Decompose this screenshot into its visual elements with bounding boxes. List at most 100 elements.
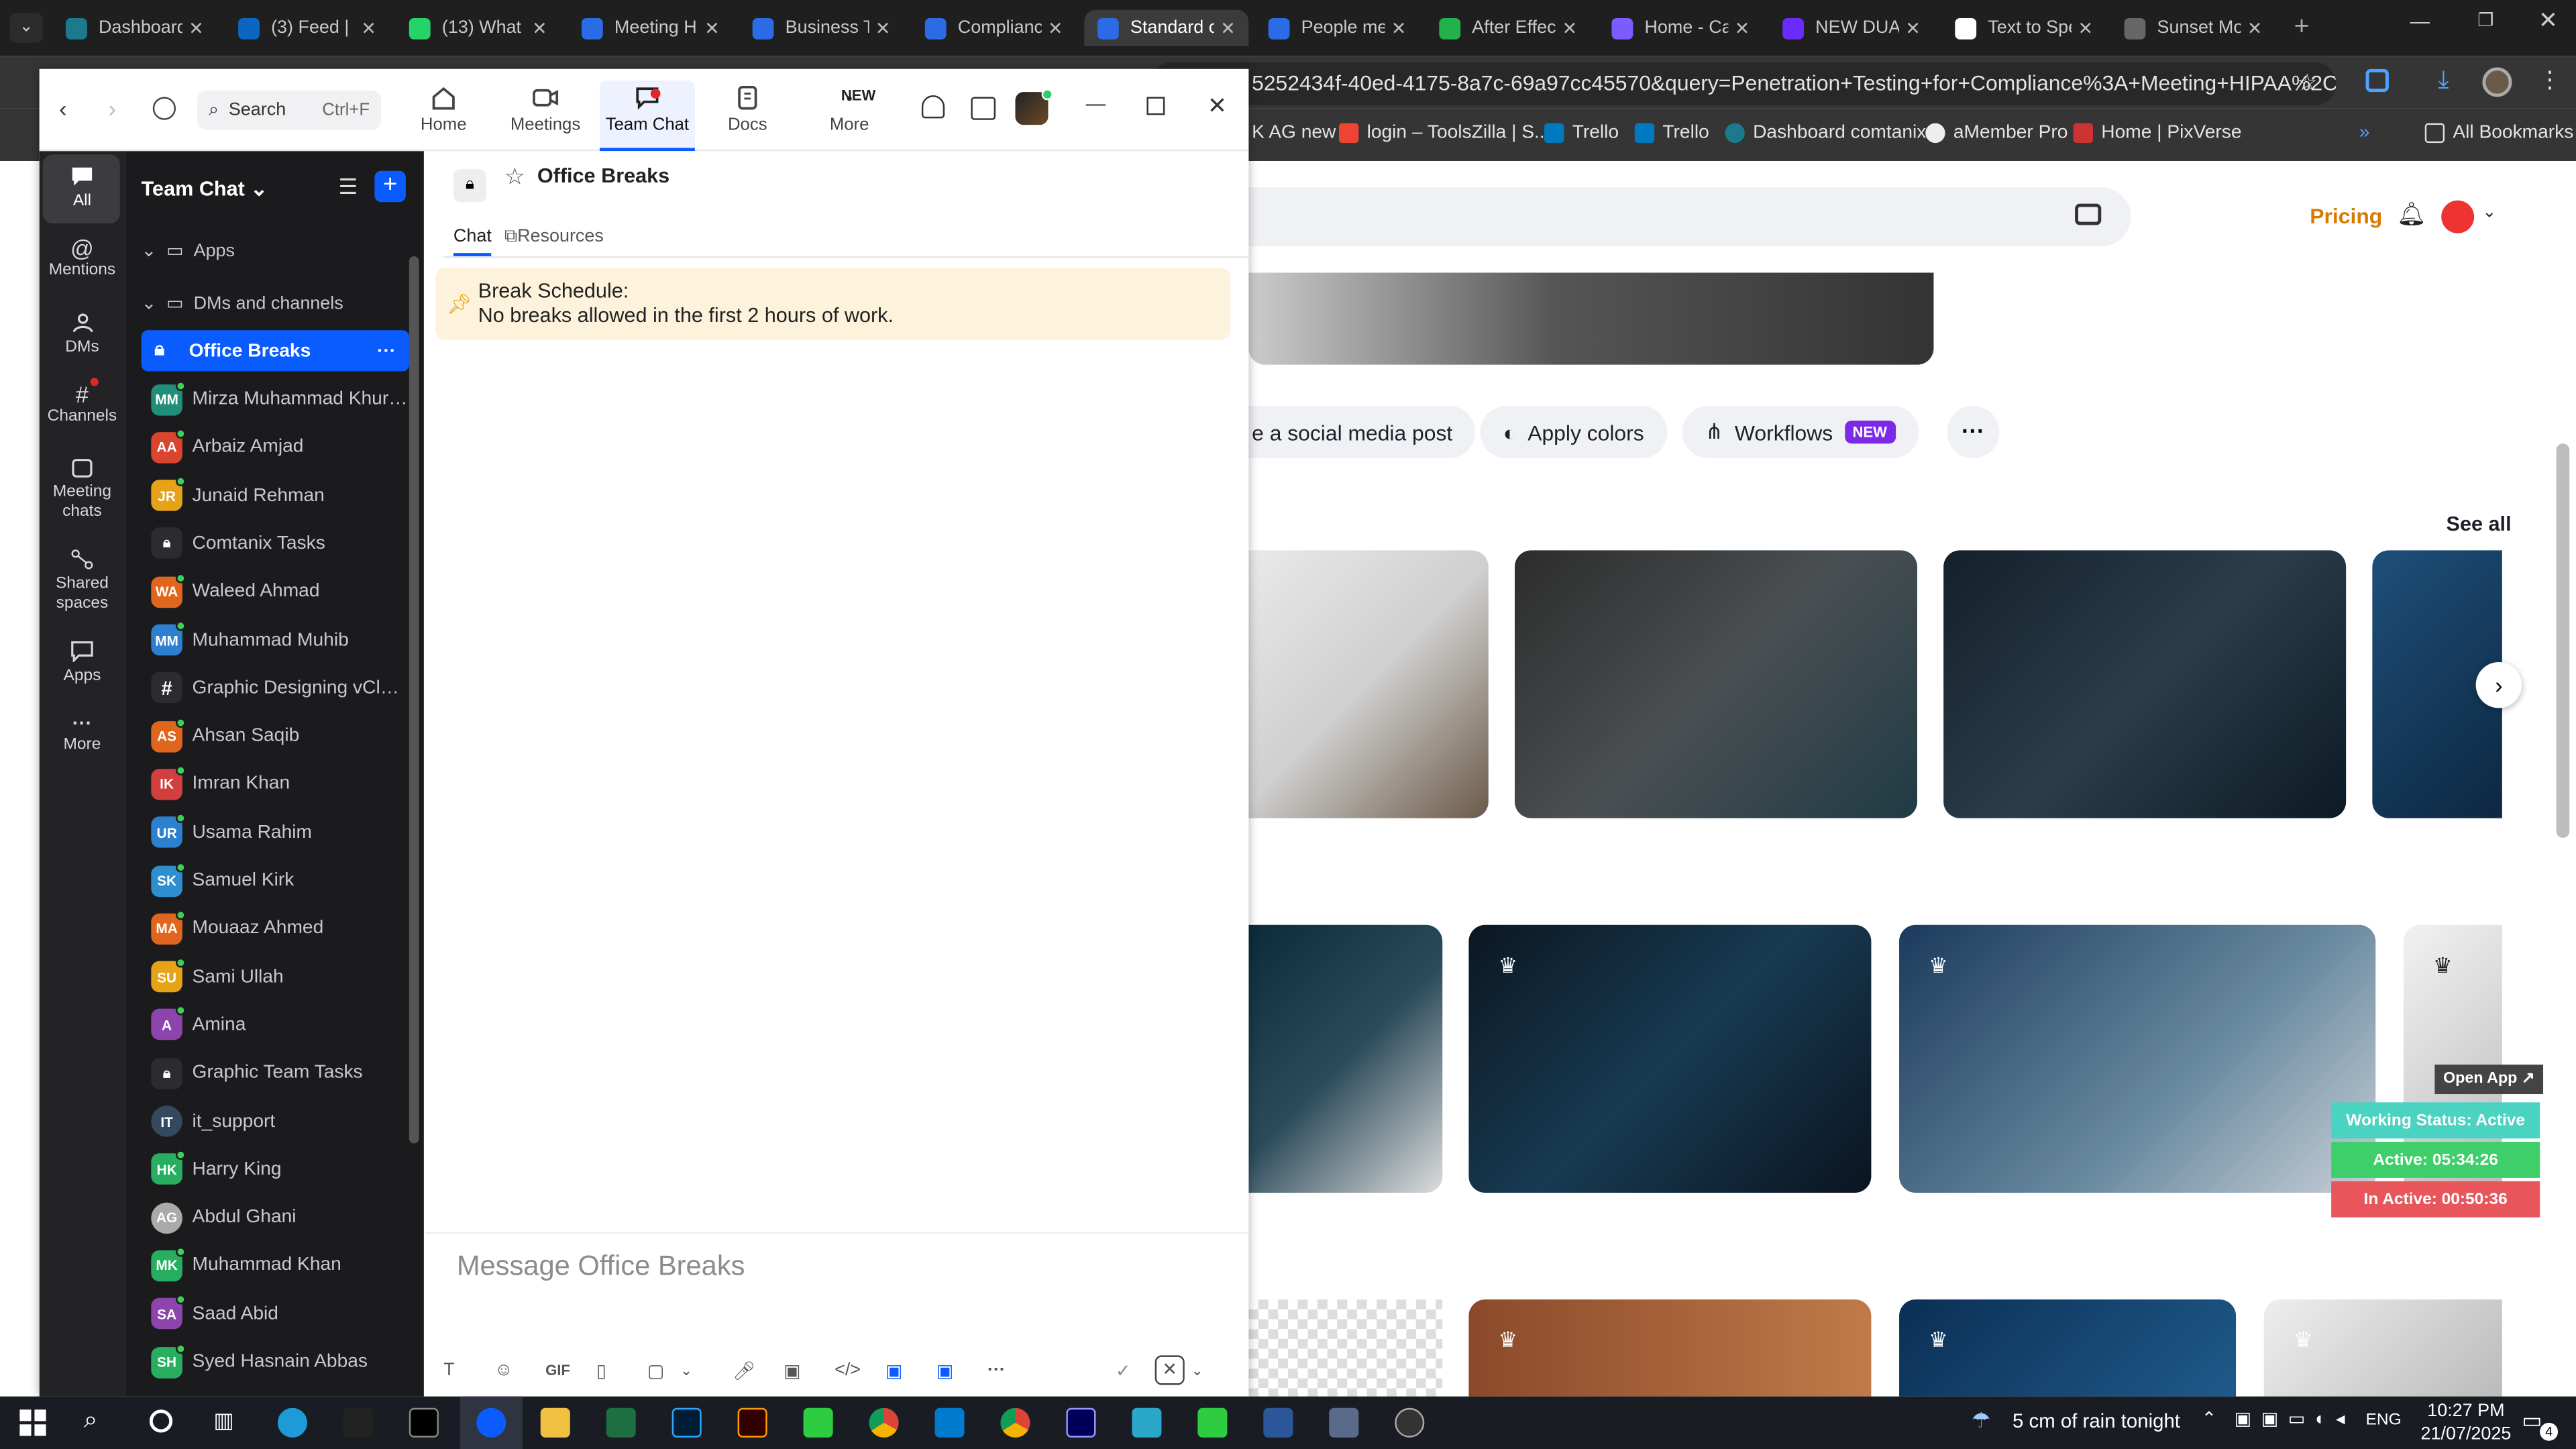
workflows-chip[interactable]: ⋔ Workflows NEW bbox=[1682, 405, 1919, 459]
template-thumbnail[interactable] bbox=[1248, 550, 1489, 818]
sidebar-item[interactable]: AS Ahsan Saqib bbox=[142, 716, 409, 756]
sidebar-item[interactable]: IK Imran Khan bbox=[142, 765, 409, 804]
search-icon[interactable]: ⌕ bbox=[84, 1406, 98, 1434]
chevron-down-icon[interactable]: ⌄ bbox=[2482, 204, 2496, 222]
bookmarks-overflow-icon[interactable]: » bbox=[2359, 123, 2370, 143]
browser-tab[interactable]: After Effec ✕ bbox=[1426, 10, 1591, 46]
zoom-maximize-button[interactable] bbox=[1146, 97, 1165, 115]
notification-center-icon[interactable]: ▭ bbox=[2522, 1408, 2542, 1434]
sidebar-scrollbar[interactable] bbox=[409, 256, 419, 1144]
tab-chat[interactable]: Chat bbox=[453, 227, 492, 257]
browser-tab[interactable]: Home - Ca ✕ bbox=[1599, 10, 1763, 46]
more-options-icon[interactable]: ··· bbox=[377, 341, 396, 360]
app-shortcut-icon[interactable]: ▣ bbox=[936, 1360, 987, 1381]
rail-dms[interactable]: DMs bbox=[40, 312, 125, 358]
rail-more[interactable]: ··· More bbox=[40, 713, 125, 756]
more-options-button[interactable]: ··· bbox=[1947, 405, 2000, 459]
tray-icons[interactable]: ▣▣▭◐◂ bbox=[2235, 1408, 2355, 1429]
rail-channels[interactable]: # Channels bbox=[40, 383, 125, 427]
bookmark-item[interactable]: Home | PixVerse bbox=[2073, 123, 2242, 144]
browser-tab[interactable]: Complianc ✕ bbox=[912, 10, 1076, 46]
new-chat-button[interactable]: + bbox=[374, 170, 406, 203]
new-tab-button[interactable]: + bbox=[2284, 10, 2320, 46]
sidebar-item[interactable]: HK Harry King bbox=[142, 1150, 409, 1189]
nav-docs[interactable]: Docs bbox=[700, 85, 795, 135]
rail-meeting-chats[interactable]: Meeting chats bbox=[40, 457, 125, 523]
task-view-icon[interactable]: ▥ bbox=[213, 1408, 233, 1434]
apply-colors-chip[interactable]: ◐ Apply colors bbox=[1480, 405, 1667, 459]
app-shortcut-icon[interactable]: ▣ bbox=[885, 1360, 936, 1381]
clock-time[interactable]: 10:27 PM bbox=[2423, 1401, 2508, 1421]
nav-team-chat[interactable]: Team Chat bbox=[600, 85, 695, 135]
browser-tab[interactable]: (13) What ✕ bbox=[396, 10, 560, 46]
close-tab-icon[interactable]: ✕ bbox=[1562, 17, 1577, 38]
extension-icon[interactable] bbox=[2365, 68, 2389, 93]
open-app-link[interactable]: Open App ↗ bbox=[2434, 1064, 2544, 1095]
send-check-icon[interactable]: ✓ bbox=[1116, 1360, 1155, 1381]
pricing-link[interactable]: Pricing bbox=[2310, 204, 2382, 229]
sidebar-item[interactable]: WA Waleed Ahmad bbox=[142, 572, 409, 612]
bookmark-item[interactable]: Trello bbox=[1634, 123, 1709, 144]
vscode-icon[interactable] bbox=[934, 1407, 965, 1438]
zoom-minimize-button[interactable]: — bbox=[1086, 92, 1106, 115]
restore-window-button[interactable]: ❐ bbox=[2467, 10, 2504, 43]
sidebar-title[interactable]: Team Chat ⌄ bbox=[142, 176, 268, 200]
tray-chevron-icon[interactable]: ⌃ bbox=[2202, 1408, 2217, 1429]
photoshop-icon[interactable] bbox=[672, 1407, 702, 1438]
excel-icon[interactable] bbox=[606, 1407, 636, 1438]
media-player-icon[interactable] bbox=[1395, 1407, 1425, 1438]
channel-title[interactable]: Office Breaks bbox=[537, 164, 669, 187]
bookmark-star-icon[interactable]: ☆ bbox=[2297, 69, 2318, 97]
sidebar-item[interactable]: SH Syed Hasnain Abbas bbox=[142, 1342, 409, 1382]
code-icon[interactable]: </> bbox=[835, 1360, 885, 1380]
apps-section[interactable]: ⌄ ▭ Apps bbox=[142, 240, 235, 261]
gif-button[interactable]: GIF bbox=[545, 1362, 596, 1378]
sidebar-item[interactable]: # Graphic Designing vCloud bbox=[142, 668, 409, 708]
rail-shared-spaces[interactable]: Shared spaces bbox=[40, 549, 125, 614]
close-tab-icon[interactable]: ✕ bbox=[1735, 17, 1750, 38]
chevron-down-icon[interactable]: ⌄ bbox=[1191, 1361, 1203, 1379]
emoji-icon[interactable]: ☺ bbox=[494, 1360, 545, 1380]
filter-icon[interactable]: ☰ bbox=[338, 174, 358, 201]
clock-date[interactable]: 21/07/2025 bbox=[2415, 1424, 2517, 1444]
sidebar-item[interactable]: IT it_support bbox=[142, 1102, 409, 1141]
close-tab-icon[interactable]: ✕ bbox=[189, 17, 204, 38]
channel-office-breaks[interactable]: 🔒︎ Office Breaks ··· bbox=[141, 330, 409, 372]
sidebar-item[interactable]: SU Sami Ullah bbox=[142, 957, 409, 997]
site-search-bar[interactable] bbox=[1248, 187, 2131, 247]
cortana-icon[interactable] bbox=[149, 1409, 173, 1433]
carousel-next-button[interactable]: › bbox=[2475, 661, 2522, 708]
sidebar-item[interactable]: MA Mouaaz Ahmed bbox=[142, 909, 409, 949]
sidebar-item[interactable]: MM Mirza Muhammad Khurr... bbox=[142, 380, 409, 419]
close-tab-icon[interactable]: ✕ bbox=[1905, 17, 1921, 38]
close-tab-icon[interactable]: ✕ bbox=[2078, 17, 2093, 38]
tab-search-button[interactable]: ⌄ bbox=[9, 13, 43, 43]
sidebar-item[interactable]: SK Samuel Kirk bbox=[142, 861, 409, 900]
app-icon[interactable] bbox=[803, 1407, 833, 1438]
sidebar-item[interactable]: MM Muhammad Muhib bbox=[142, 620, 409, 659]
message-input[interactable]: Message Office Breaks bbox=[457, 1250, 1229, 1283]
template-thumbnail[interactable] bbox=[1248, 924, 1443, 1193]
site-avatar[interactable] bbox=[2441, 200, 2475, 233]
sidebar-item[interactable]: JR Junaid Rehman bbox=[142, 476, 409, 515]
cancel-icon[interactable]: ✕ bbox=[1155, 1355, 1185, 1385]
rail-all[interactable]: All bbox=[40, 166, 125, 212]
microphone-icon[interactable]: 🎤︎ bbox=[733, 1360, 784, 1381]
app-icon[interactable] bbox=[1132, 1407, 1162, 1438]
camera-search-icon[interactable] bbox=[2075, 203, 2102, 225]
profile-avatar[interactable] bbox=[2482, 67, 2512, 97]
notification-bell-icon[interactable]: 🔔︎ bbox=[2397, 201, 2426, 229]
sidebar-item[interactable]: AA Arbaiz Amjad bbox=[142, 427, 409, 467]
dms-section[interactable]: ⌄ ▭ DMs and channels bbox=[142, 292, 343, 313]
sidebar-item[interactable]: SA Saad Abid bbox=[142, 1294, 409, 1334]
browser-tab[interactable]: People me ✕ bbox=[1255, 10, 1419, 46]
see-all-link[interactable]: See all bbox=[2447, 513, 2512, 535]
bookmark-item[interactable]: Dashboard comtanix bbox=[1725, 123, 1926, 144]
file-explorer-icon[interactable] bbox=[540, 1407, 570, 1438]
download-icon[interactable]: ⤓ bbox=[2438, 66, 2449, 94]
video-message-icon[interactable]: ▣ bbox=[784, 1360, 835, 1381]
illustrator-icon[interactable] bbox=[737, 1407, 767, 1438]
close-tab-icon[interactable]: ✕ bbox=[875, 17, 891, 38]
edge-icon[interactable] bbox=[277, 1407, 307, 1438]
history-icon[interactable] bbox=[152, 97, 176, 120]
